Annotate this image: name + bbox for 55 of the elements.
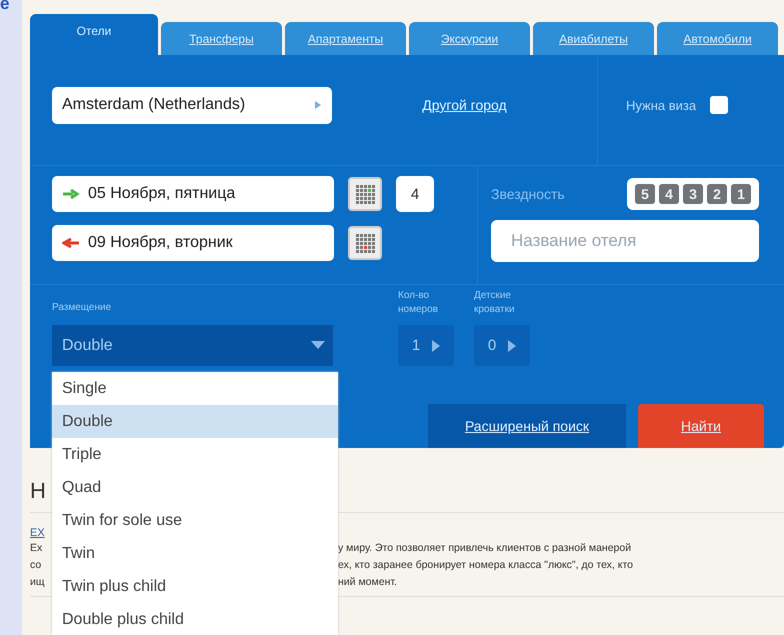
dropdown-option[interactable]: Single — [52, 372, 338, 405]
tab[interactable]: Трансферы — [161, 22, 282, 55]
paragraph-fragment: со — [30, 558, 42, 573]
advanced-search-button[interactable]: Расширеный поиск — [428, 404, 626, 448]
visa-checkbox[interactable] — [710, 96, 728, 114]
star-rating-button[interactable]: 2 — [707, 184, 727, 204]
date-field[interactable]: 05 Ноября, пятница — [52, 176, 334, 212]
accommodation-label: Размещение — [52, 301, 112, 315]
calendar-icon — [355, 233, 375, 253]
star-rating-button[interactable]: 3 — [683, 184, 703, 204]
other-city-link[interactable]: Другой город — [422, 97, 507, 113]
stars-label: Звездность — [491, 186, 565, 202]
dropdown-arrow-icon — [311, 341, 325, 350]
cots-label: Детские кроватки — [474, 289, 516, 317]
tab[interactable]: Апартаменты — [285, 22, 406, 55]
arrow-left-icon — [62, 238, 80, 248]
star-rating-button[interactable]: 4 — [659, 184, 679, 204]
nights-field[interactable]: 4 — [396, 176, 434, 212]
dropdown-option[interactable]: Triple — [52, 438, 338, 471]
city-select[interactable]: Amsterdam (Netherlands) — [52, 86, 332, 124]
dropdown-option[interactable]: Twin for sole use — [52, 504, 338, 537]
rooms-label: Кол-во номеров — [398, 289, 439, 317]
search-button[interactable]: Найти — [638, 404, 764, 448]
star-rating-button[interactable]: 1 — [731, 184, 751, 204]
arrow-right-icon — [314, 100, 322, 110]
paragraph-fragment: у миру. Это позволяет привлечь клиентов с разной манерой — [338, 541, 632, 556]
paragraph-fragment: ех, кто заранее бронирует номера класса "люкс", до тех, кто — [338, 558, 633, 573]
rooms-stepper[interactable]: 1 — [398, 325, 454, 366]
tab[interactable]: Автомобили — [657, 22, 778, 55]
paragraph-fragment: Ex — [30, 541, 42, 556]
dropdown-option[interactable]: Double plus child — [52, 603, 338, 635]
dropdown-option[interactable]: Quad — [52, 471, 338, 504]
date-field[interactable]: 09 Ноября, вторник — [52, 225, 334, 261]
dropdown-option[interactable]: Twin — [52, 537, 338, 570]
section-heading: Н — [30, 478, 46, 504]
arrow-right-icon — [508, 340, 516, 352]
calendar-icon — [355, 184, 375, 204]
tab[interactable]: Отели — [30, 14, 158, 55]
accommodation-select[interactable]: Double — [52, 325, 333, 366]
hotel-name-field[interactable]: Название отеля — [491, 220, 759, 262]
dropdown-option[interactable]: Double — [52, 405, 338, 438]
paragraph-fragment: ний момент. — [338, 575, 398, 590]
star-rating-button[interactable]: 5 — [635, 184, 655, 204]
tab[interactable]: Экскурсии — [409, 22, 530, 55]
calendar-button[interactable] — [348, 177, 382, 211]
arrow-right-icon — [432, 340, 440, 352]
calendar-button[interactable] — [348, 226, 382, 260]
heading-fragment: e — [0, 0, 10, 14]
visa-label: Нужна виза — [626, 98, 696, 112]
dropdown-option[interactable]: Twin plus child — [52, 570, 338, 603]
tab[interactable]: Авиабилеты — [533, 22, 654, 55]
paragraph-fragment: ищ — [30, 575, 45, 590]
cots-stepper[interactable]: 0 — [474, 325, 530, 366]
arrow-right-icon — [62, 189, 80, 199]
article-link[interactable]: EX — [30, 527, 45, 540]
